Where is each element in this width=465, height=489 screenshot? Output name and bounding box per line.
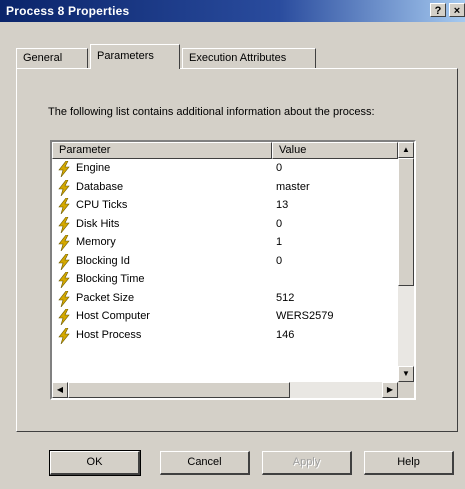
scroll-right-button[interactable]: ▶ (382, 382, 398, 398)
horizontal-scroll-thumb[interactable] (68, 382, 290, 398)
apply-button[interactable]: Apply (262, 451, 352, 475)
parameter-value: 512 (276, 291, 295, 304)
ok-button[interactable]: OK (49, 450, 141, 476)
parameter-name: CPU Ticks (76, 199, 128, 211)
list-item[interactable]: Host Computer WERS2579 (52, 308, 398, 327)
parameter-value: WERS2579 (276, 310, 334, 322)
parameter-value: 0 (276, 217, 283, 230)
horizontal-scrollbar[interactable]: ◀ ▶ (52, 382, 398, 398)
tab-parameters[interactable]: Parameters (90, 44, 180, 69)
parameter-name: Disk Hits (76, 217, 120, 230)
list-item[interactable]: Database master (52, 179, 398, 198)
parameter-name: Engine (76, 162, 111, 174)
scroll-down-button[interactable]: ▼ (398, 366, 414, 382)
tab-general[interactable]: General (16, 48, 88, 68)
parameter-name: Packet Size (76, 291, 135, 304)
lightning-bolt-icon (58, 253, 70, 270)
list-item[interactable]: Disk Hits 0 (52, 216, 398, 235)
vertical-scroll-thumb[interactable] (398, 158, 414, 286)
parameter-value: 0 (276, 254, 283, 267)
parameter-name: Database (76, 180, 124, 193)
description-text: The following list contains additional i… (48, 106, 375, 118)
list-item[interactable]: Packet Size 512 (52, 290, 398, 309)
list-header: Parameter Value (52, 142, 398, 159)
lightning-bolt-icon (58, 161, 70, 177)
lightning-bolt-icon (58, 290, 70, 307)
scroll-up-button[interactable]: ▲ (398, 142, 414, 158)
list-rows: Engine 0 Database master CPU Ticks 13 Disk Hit… (52, 160, 398, 345)
lightning-bolt-icon (58, 272, 70, 288)
list-item[interactable]: Engine 0 (52, 160, 398, 179)
parameter-value: 0 (276, 162, 283, 174)
list-item[interactable]: CPU Ticks 13 (52, 197, 398, 216)
lightning-bolt-icon (58, 216, 70, 233)
lightning-bolt-icon (58, 198, 70, 214)
parameter-name: Host Process (76, 328, 142, 341)
list-item[interactable]: Blocking Id 0 (52, 253, 398, 272)
lightning-bolt-icon (58, 327, 70, 344)
scroll-left-button[interactable]: ◀ (52, 382, 68, 398)
parameter-name: Memory (76, 236, 116, 248)
parameter-list[interactable]: Parameter Value Engine 0 Database master CPU… (50, 140, 416, 400)
tab-execution-attributes[interactable]: Execution Attributes (182, 48, 316, 68)
column-header-parameter[interactable]: Parameter (52, 142, 272, 159)
help-button[interactable]: Help (364, 451, 454, 475)
parameter-value: 13 (276, 199, 289, 211)
list-item[interactable]: Blocking Time (52, 271, 398, 290)
list-item[interactable]: Host Process 146 (52, 327, 398, 346)
vertical-scrollbar[interactable]: ▲ ▼ (398, 142, 414, 382)
column-header-value[interactable]: Value (272, 142, 398, 159)
lightning-bolt-icon (58, 309, 70, 325)
parameter-name: Blocking Id (76, 254, 130, 267)
scroll-corner (398, 382, 414, 398)
parameter-name: Blocking Time (76, 273, 145, 285)
parameter-name: Host Computer (76, 310, 150, 322)
cancel-button[interactable]: Cancel (160, 451, 250, 475)
parameter-value: 1 (276, 236, 283, 248)
lightning-bolt-icon (58, 235, 70, 251)
help-title-button[interactable]: ? (430, 3, 446, 17)
list-item[interactable]: Memory 1 (52, 234, 398, 253)
title-bar: Process 8 Properties ? × (0, 0, 465, 22)
lightning-bolt-icon (58, 179, 70, 196)
parameter-value: 146 (276, 328, 295, 341)
parameter-value: master (276, 180, 310, 193)
close-title-button[interactable]: × (449, 3, 465, 17)
window-title: Process 8 Properties (6, 4, 130, 18)
